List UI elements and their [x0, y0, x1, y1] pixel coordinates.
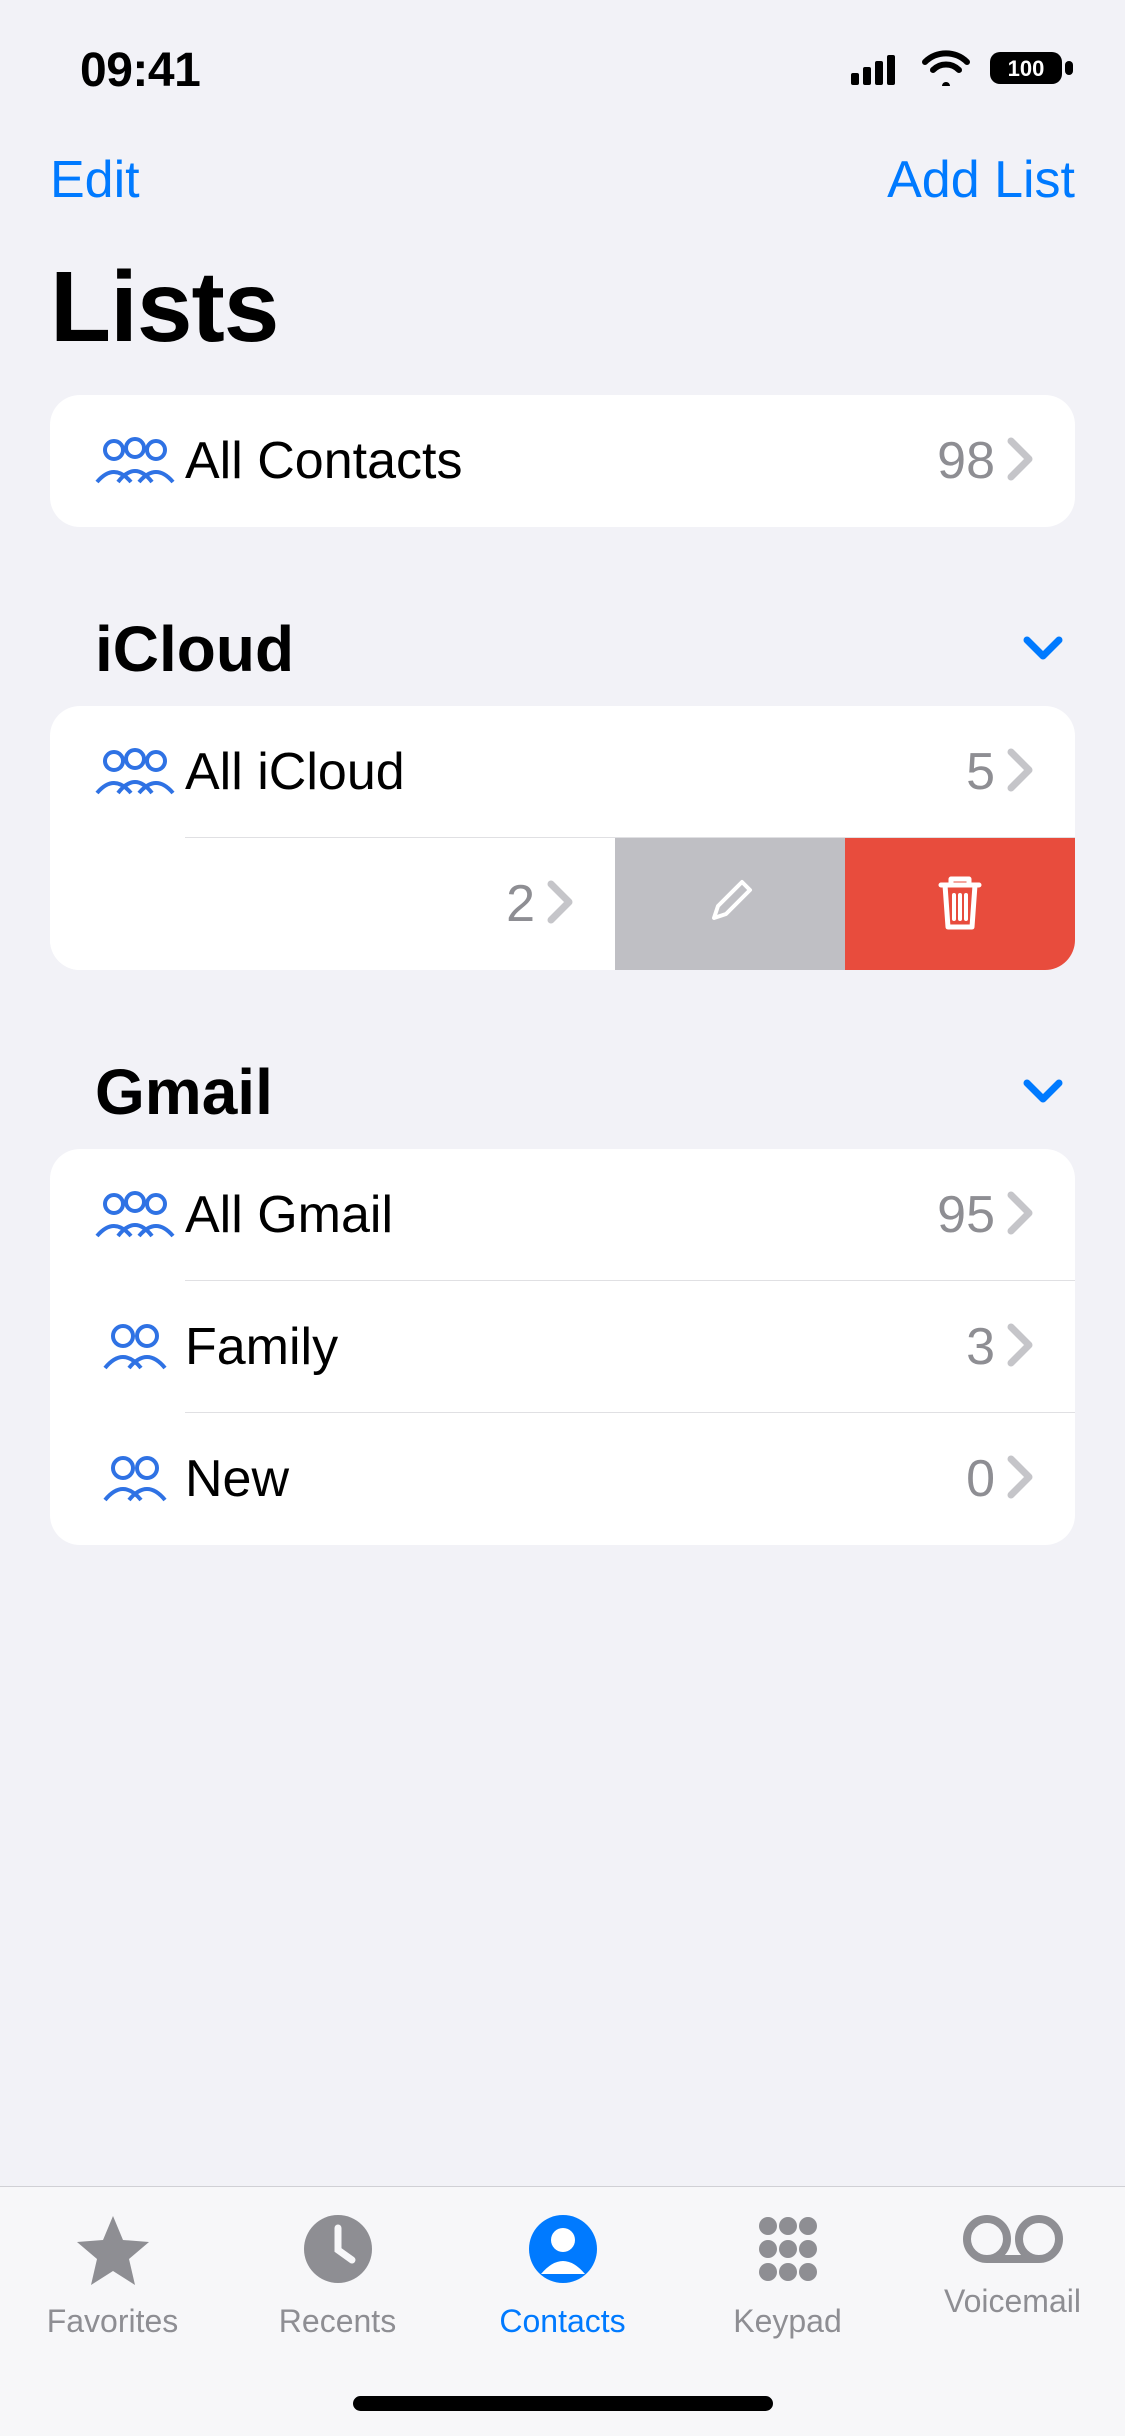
edit-button[interactable]: Edit — [50, 150, 140, 210]
gmail-section-header[interactable]: Gmail — [0, 1055, 1125, 1149]
group-3-icon — [85, 436, 185, 486]
row-label: All iCloud — [185, 742, 966, 802]
keypad-icon — [751, 2212, 825, 2291]
tab-label: Favorites — [47, 2303, 179, 2340]
family-row[interactable]: Family 3 — [50, 1281, 1075, 1413]
voicemail-icon — [963, 2212, 1063, 2271]
row-count: 5 — [966, 742, 995, 802]
chevron-down-icon — [1021, 632, 1065, 667]
nav-bar: Edit Add List — [0, 140, 1125, 230]
all-contacts-card: All Contacts 98 — [50, 395, 1075, 527]
row-label: New — [185, 1449, 966, 1509]
chevron-right-icon — [1005, 1191, 1035, 1240]
row-count: 3 — [966, 1317, 995, 1377]
clock-icon — [301, 2212, 375, 2291]
home-indicator[interactable] — [353, 2396, 773, 2411]
page-title: Lists — [0, 230, 1125, 395]
all-icloud-row[interactable]: All iCloud 5 — [50, 706, 1075, 838]
group-2-icon — [85, 1454, 185, 1504]
icloud-card: All iCloud 5 2 — [50, 706, 1075, 970]
group-2-icon — [85, 1322, 185, 1372]
all-gmail-row[interactable]: All Gmail 95 — [50, 1149, 1075, 1281]
tab-label: Keypad — [733, 2303, 842, 2340]
row-label: All Gmail — [185, 1185, 937, 1245]
gmail-card: All Gmail 95 Family 3 — [50, 1149, 1075, 1545]
icloud-section-header[interactable]: iCloud — [0, 612, 1125, 706]
person-icon — [526, 2212, 600, 2291]
row-label: Family — [185, 1317, 966, 1377]
chevron-right-icon — [545, 880, 575, 929]
add-list-button[interactable]: Add List — [887, 150, 1075, 210]
new-row[interactable]: New 0 — [50, 1413, 1075, 1545]
tab-label: Contacts — [499, 2303, 625, 2340]
pencil-icon — [704, 876, 756, 933]
all-contacts-row[interactable]: All Contacts 98 — [50, 395, 1075, 527]
status-bar: 09:41 100 — [0, 0, 1125, 140]
section-title: Gmail — [95, 1055, 273, 1129]
row-count: 95 — [937, 1185, 995, 1245]
chevron-right-icon — [1005, 1323, 1035, 1372]
tab-label: Voicemail — [944, 2283, 1081, 2320]
row-count: 2 — [506, 874, 535, 934]
swipe-delete-button[interactable] — [845, 838, 1075, 970]
swipe-edit-button[interactable] — [615, 838, 845, 970]
battery-level: 100 — [1008, 56, 1045, 81]
row-count: 98 — [937, 431, 995, 491]
status-indicators: 100 — [851, 49, 1075, 92]
chevron-right-icon — [1005, 437, 1035, 486]
row-label: All Contacts — [185, 431, 937, 491]
tab-favorites[interactable]: Favorites — [0, 2212, 225, 2436]
trash-icon — [933, 871, 987, 938]
tab-label: Recents — [279, 2303, 396, 2340]
tab-voicemail[interactable]: Voicemail — [900, 2212, 1125, 2436]
wifi-icon — [921, 50, 971, 91]
cellular-icon — [851, 51, 903, 90]
section-title: iCloud — [95, 612, 294, 686]
battery-icon: 100 — [989, 49, 1075, 92]
chevron-right-icon — [1005, 1455, 1035, 1504]
group-3-icon — [85, 747, 185, 797]
chevron-right-icon — [1005, 748, 1035, 797]
star-icon — [74, 2212, 152, 2291]
icloud-swiped-row[interactable]: 2 — [50, 838, 1075, 970]
row-count: 0 — [966, 1449, 995, 1509]
status-time: 09:41 — [80, 43, 200, 98]
group-3-icon — [85, 1190, 185, 1240]
chevron-down-icon — [1021, 1075, 1065, 1110]
